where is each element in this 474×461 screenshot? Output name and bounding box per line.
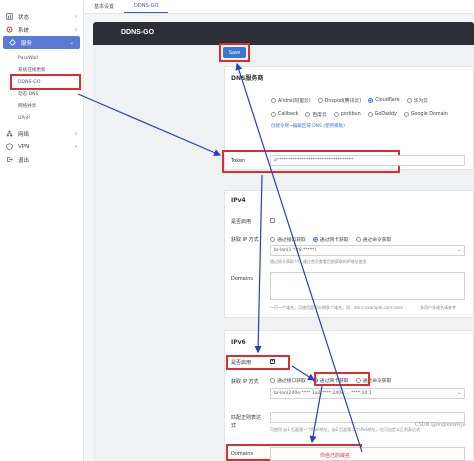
ipv4-method-label: 获取 IP 方式 [231,237,259,243]
token-label: Token [231,158,246,164]
network-icon [6,130,13,137]
sidebar-subitem-network-share[interactable]: 网络共享 [0,100,83,112]
radio-cloudflare[interactable]: Cloudflare [368,97,400,104]
token-input[interactable]: a********************************** [270,155,465,166]
domain-annotation: 你自己的域名 [320,453,351,459]
sidebar-subitem-online-update[interactable]: 系统在线更新 [0,64,83,76]
page-title: DDNS-GO [121,29,155,36]
ipv4-domains-link[interactable]: 多用户多域名请参考 [420,305,456,311]
chevron-right-icon: › [75,143,77,150]
vpn-icon [6,143,13,150]
sidebar-subitem-passwall[interactable]: PassWall [0,52,83,64]
ipv6-interface-select[interactable]: br-lan(240e:**** 1a2:****:240e:... ****:… [270,388,465,399]
ipv6-enable-label: 是否启用 [231,360,252,366]
sidebar: 状态 › 系统 › 服务 ⌄ PassWall 系统在线更新 DDNS-GO 动… [0,0,84,461]
ipv4-interface-value: br-lan(1 *.*8.*****) [274,248,317,253]
sidebar-item-label: 网络 [18,131,30,138]
ipv4-domains-label: Domains [231,276,254,282]
ipv6-domains-label: Domains [231,451,254,457]
chevron-down-icon: ⌄ [69,39,74,46]
chevron-right-icon: › [75,13,77,20]
radio-baidu[interactable]: 百度云 [305,111,327,118]
ipv6-nic-highlight [314,372,370,386]
ipv6-title: IPv6 [231,339,246,346]
sidebar-item-label: 系统 [18,27,30,34]
tab-ddns-go[interactable]: DDNS-GO [124,0,169,13]
ipv4-title: IPv4 [231,197,246,204]
ipv4-enable-label: 是否启用 [231,219,252,225]
ipv6-enable-checkbox[interactable] [270,358,275,364]
chevron-right-icon: › [75,130,77,137]
ipv4-enable-checkbox[interactable] [270,218,275,223]
dns-provider-options: Alidns(阿里云) Dnspod(腾讯云) Cloudflare 华为云 [271,97,471,104]
ddns-go-header: DDNS-GO [93,22,474,45]
chevron-down-icon: ⌄ [457,248,461,253]
ipv6-regex-hint: 可使用 @1 匹配第一个IPv6地址，@2 匹配第二个IPv6地址，也可自定义正… [270,427,420,432]
sidebar-item-label: 服务 [21,40,33,47]
sidebar-item-label: 状态 [18,14,30,21]
radio-callback[interactable]: Callback [271,111,298,118]
chevron-down-icon: ⌄ [457,391,461,396]
watermark: CSDN @ongleewikje [415,422,466,428]
gear-icon [6,26,13,33]
radio-alidns[interactable]: Alidns(阿里云) [271,97,311,104]
app-root: 状态 › 系统 › 服务 ⌄ PassWall 系统在线更新 DDNS-GO 动… [0,0,474,461]
ipv6-domains-textarea[interactable] [270,447,465,461]
radio-huawei[interactable]: 华为云 [406,97,428,104]
dns-provider-title: DNS服务商 [231,75,264,82]
save-highlight: Save [219,43,250,62]
dns-provider-options-row2: Callback 百度云 porkbun GoDaddy Google Doma… [271,111,474,118]
tab-basic-settings[interactable]: 基本设置 [84,0,124,13]
sidebar-subitem-ddns-go[interactable]: DDNS-GO [10,74,81,90]
logout-icon [6,156,13,163]
sidebar-item-services[interactable]: 服务 ⌄ [3,36,80,49]
create-token-link[interactable]: 创建令牌→编辑区域 DNS (使用模板) [271,123,345,129]
ipv4-radio-nic[interactable]: 通过网卡获取 [312,236,349,243]
ipv4-radio-interface[interactable]: 通过接口获取 [270,236,306,243]
tab-bar: 基本设置 DDNS-GO [84,0,474,14]
radio-dnspod[interactable]: Dnspod(腾讯云) [317,97,361,104]
ipv6-method-label: 获取 IP 方式 [231,379,259,385]
chevron-right-icon: › [75,26,77,33]
sidebar-item-status[interactable]: 状态 › [0,10,83,23]
ipv4-radio-command[interactable]: 通过命令获取 [355,236,391,243]
ipv6-interface-value: br-lan(240e:**** 1a2:****:240e:... ****:… [274,391,372,396]
ipv4-method-options: 通过接口获取 通过网卡获取 通过命令获取 [270,236,391,243]
ipv6-radio-interface[interactable]: 通过接口获取 [270,377,306,384]
sidebar-item-label: VPN [18,143,30,150]
save-button[interactable]: Save [223,47,246,58]
ipv4-domains-hint: 一行一个域名，可使用冒号分隔多个域名，如：ddns.example.com:zo… [270,305,403,310]
radio-google-domain[interactable]: Google Domain [403,111,448,118]
ipv6-regex-label: 匹配正则表达式 [231,415,262,429]
services-icon [9,39,16,46]
radio-porkbun[interactable]: porkbun [333,111,361,118]
ipv4-interface-select[interactable]: br-lan(1 *.*8.*****) ⌄ [270,245,465,256]
status-icon [6,13,13,20]
sidebar-item-label: 退出 [18,157,30,164]
ipv4-domains-textarea[interactable] [270,272,465,300]
radio-godaddy[interactable]: GoDaddy [367,111,397,118]
sidebar-item-system[interactable]: 系统 › [0,23,83,36]
sidebar-item-vpn[interactable]: VPN › [0,140,83,153]
sidebar-subitem-dynamic-dns[interactable]: 动态 DNS [0,88,83,100]
sidebar-subitem-upnp[interactable]: UPnP [0,112,83,124]
sidebar-item-logout[interactable]: 退出 [0,153,83,166]
ipv4-interface-hint: 通过网卡获取 IP，通过首页查看目前获取的IP地址使用 [270,259,367,264]
sidebar-item-network[interactable]: 网络 › [0,127,83,140]
